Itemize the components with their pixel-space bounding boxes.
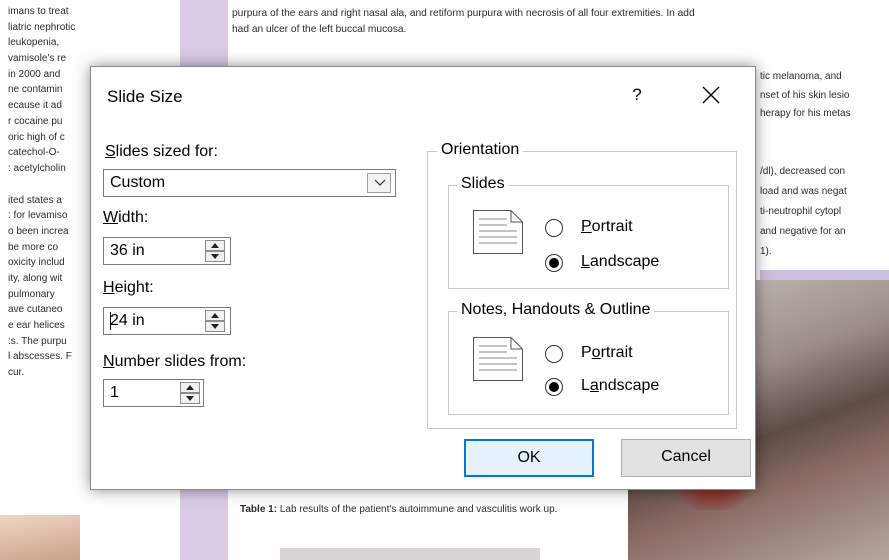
width-spin-buttons [205,240,225,262]
number-decrement-button[interactable] [180,393,200,404]
triangle-down-icon [211,254,219,259]
number-spin-buttons [180,382,200,404]
slides-portrait-radio[interactable] [545,219,563,237]
table-caption: Table 1: Lab results of the patient's au… [240,501,590,519]
top-paragraph: purpura of the ears and right nasal ala,… [232,6,889,38]
width-increment-button[interactable] [205,240,225,251]
label-part: lides sized for: [115,143,218,160]
slide-size-dialog: Slide Size ? Slides sized for: Custom Wi… [90,66,756,490]
triangle-down-icon [186,396,194,401]
cancel-button[interactable]: Cancel [621,439,751,477]
caption-bold: Table 1: [240,504,278,515]
width-spinner[interactable]: 36 in [103,237,231,265]
width-label: Width: [103,209,148,227]
close-button[interactable] [694,79,728,111]
label-accel: o [591,344,601,361]
select-value: Custom [110,174,166,191]
label-accel: L [581,253,590,270]
right-line: load and was negat [760,186,847,197]
right-column-text-2: /dl), decreased con load and was negat t… [760,162,889,262]
number-slides-from-label: Number slides from: [103,353,246,371]
clinical-photo-bottom [280,548,540,560]
left-column-line: imans to treat [8,6,69,17]
landscape-page-icon [473,337,523,381]
height-spin-buttons [205,310,225,332]
label-part: eight: [114,279,154,296]
notes-landscape-radio[interactable] [545,378,563,396]
right-line: herapy for his metas [760,108,851,119]
label-part: rtrait [600,344,633,361]
label-accel: a [589,377,599,394]
label-part: ortrait [591,218,633,235]
label-part: L [581,377,590,394]
label-part: ndscape [598,377,660,394]
top-line: had an ulcer of the left buccal mucosa. [232,24,407,35]
label-part: idth: [118,209,149,226]
clinical-photo-small [0,515,80,560]
right-line: /dl), decreased con [760,166,846,177]
ok-button[interactable]: OK [464,439,594,477]
label-part: umber slides from: [114,353,247,370]
dropdown-button[interactable] [367,173,391,193]
width-decrement-button[interactable] [205,251,225,262]
notes-portrait-radio[interactable] [545,345,563,363]
caption-text: Lab results of the patient's autoimmune … [277,504,558,515]
orientation-title: Orientation [437,141,524,159]
notes-group-title: Notes, Handouts & Outline [457,301,655,319]
label-accel: N [103,353,115,370]
number-slides-spinner[interactable]: 1 [103,379,204,407]
chevron-down-icon [374,179,386,186]
slides-sized-for-label: Slides sized for: [105,143,218,161]
radio-label: Portrait [581,218,633,236]
right-line: ti-neutrophil cytopl [760,206,842,217]
left-column-line: leukopenia, [8,37,60,49]
right-column-text: tic melanoma, and nset of his skin lesio… [760,68,889,124]
right-line: and negative for an [760,226,846,237]
right-line: nset of his skin lesio [760,89,850,101]
triangle-up-icon [186,385,194,390]
label-part: andscape [589,253,660,270]
radio-label: Landscape [581,253,659,271]
radio-label: Landscape [581,377,659,395]
height-increment-button[interactable] [205,310,225,321]
number-value: 1 [110,384,119,401]
height-spinner[interactable]: 24 in [103,307,231,335]
close-icon [702,86,720,104]
landscape-page-icon [473,210,523,254]
radio-label: Portrait [581,344,633,362]
dialog-title: Slide Size [107,87,183,106]
right-line: 1). [760,246,772,257]
triangle-up-icon [211,313,219,318]
number-increment-button[interactable] [180,382,200,393]
slides-sized-for-select[interactable]: Custom [103,169,396,197]
left-column-line: vamisole's re [8,53,67,65]
triangle-down-icon [211,324,219,329]
label-accel: W [103,209,119,226]
label-accel: S [105,143,116,160]
label-accel: H [103,279,115,296]
height-value: 24 in [110,312,145,329]
top-line: purpura of the ears and right nasal ala,… [232,8,695,19]
width-value: 36 in [110,242,145,259]
triangle-up-icon [211,243,219,248]
height-decrement-button[interactable] [205,321,225,332]
slides-group-title: Slides [457,175,509,193]
left-column-line: liatric nephrotic [8,21,76,33]
label-accel: P [581,218,592,235]
label-part: P [581,344,592,361]
slides-landscape-radio[interactable] [545,254,563,272]
height-label: Height: [103,279,154,297]
right-line: tic melanoma, and [760,71,842,82]
help-button[interactable]: ? [623,81,651,109]
